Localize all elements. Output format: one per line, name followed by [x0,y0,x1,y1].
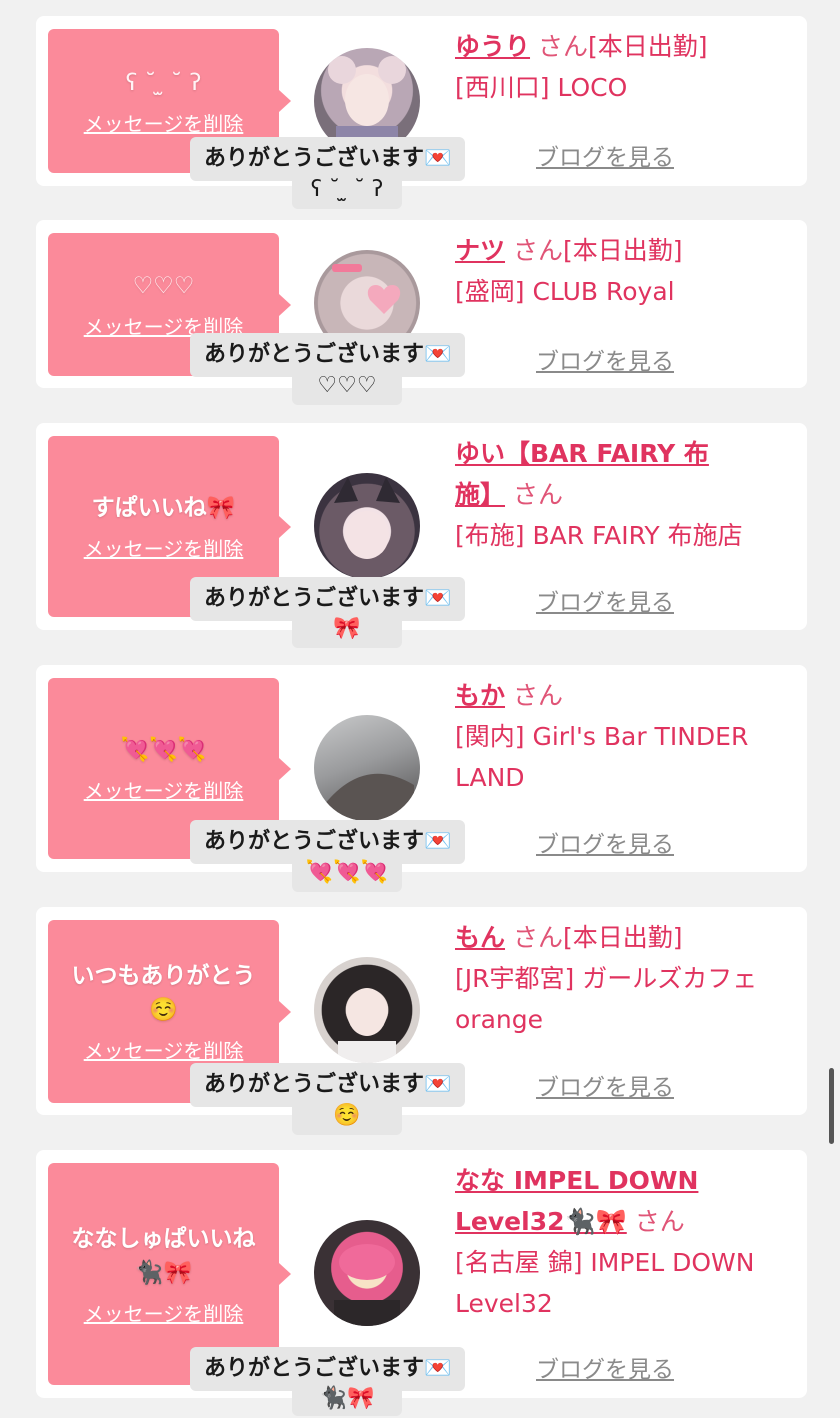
message-text: ななしゅぱいいね🐈‍⬛🎀 [71,1225,256,1286]
delete-message-link[interactable]: メッセージを削除 [84,1035,244,1064]
avatar[interactable] [314,715,420,821]
status-badge: [本日出勤] [562,236,683,265]
message-text: ʕ ˘ ̫ ˘ ʔ [125,69,202,96]
cast-info: ゆい【BAR FAIRY 布施】 さん [布施] BAR FAIRY 布施店 [455,433,787,556]
honorific: さん [537,32,588,61]
avatar-photo [338,988,396,1063]
reply-emoji: 🎀 [292,610,402,648]
cast-info: もか さん [関内] Girl's Bar TINDER LAND [455,675,787,798]
cast-info: ゆうり さん[本日出勤] [西川口] LOCO [455,26,787,108]
view-blog-link[interactable]: ブログを見る [536,825,674,859]
view-blog-link[interactable]: ブログを見る [536,138,674,172]
cast-name-link[interactable]: もか [455,681,505,710]
message-text: すぱいいね🎀 [91,495,236,521]
status-badge: [本日出勤] [587,32,708,61]
message-text: ♡♡♡ [132,273,195,299]
honorific: さん [512,480,563,509]
area-label: [布施] [455,521,525,550]
delete-message-link[interactable]: メッセージを削除 [84,108,244,137]
cast-name-link[interactable]: ゆうり [455,32,530,61]
scrollbar[interactable] [829,1068,834,1144]
reply-emoji: 💘💘💘 [292,854,402,892]
cast-info: なな IMPEL DOWN Level32🐈‍⬛🎀 さん [名古屋 錦] IMP… [455,1160,787,1324]
cast-name-link[interactable]: もん [455,923,505,952]
shop-name: LOCO [557,73,628,102]
cast-info: もん さん[本日出勤] [JR宇都宮] ガールズカフェ orange [455,917,787,1040]
view-blog-link[interactable]: ブログを見る [536,1068,674,1102]
honorific: さん [512,681,563,710]
reply-emoji: ☺️ [292,1097,402,1135]
delete-message-link[interactable]: メッセージを削除 [84,1298,244,1327]
cast-name-link[interactable]: ゆい【BAR FAIRY 布施】 [455,439,709,509]
avatar[interactable] [314,1220,420,1326]
view-blog-link[interactable]: ブログを見る [536,583,674,617]
delete-message-link[interactable]: メッセージを削除 [84,533,244,562]
area-label: [名古屋 錦] [455,1248,583,1277]
shop-name: CLUB Royal [532,277,675,306]
area-label: [JR宇都宮] [455,964,575,993]
honorific: さん [512,236,563,265]
avatar-photo [334,1244,400,1326]
cast-info: ナツ さん[本日出勤] [盛岡] CLUB Royal [455,230,787,312]
reply-emoji: ♡♡♡ [292,367,402,405]
honorific: さん [634,1207,685,1236]
avatar[interactable] [314,473,420,579]
message-text: いつもありがとう☺️ [71,963,256,1023]
delete-message-link[interactable]: メッセージを削除 [84,775,244,804]
avatar[interactable] [314,957,420,1063]
area-label: [関内] [455,722,525,751]
area-label: [盛岡] [455,277,525,306]
message-text: 💘💘💘 [120,737,207,763]
status-badge: [本日出勤] [562,923,683,952]
shop-name: BAR FAIRY 布施店 [532,521,743,550]
avatar-photo [334,477,400,559]
area-label: [西川口] [455,73,550,102]
reply-emoji: ʕ ˘ ̫ ˘ ʔ [292,171,402,209]
view-blog-link[interactable]: ブログを見る [536,1350,674,1384]
reply-emoji: 🐈‍⬛🎀 [292,1380,402,1416]
honorific: さん [512,923,563,952]
cast-name-link[interactable]: ナツ [455,236,505,265]
avatar-photo [324,773,414,821]
view-blog-link[interactable]: ブログを見る [536,342,674,376]
